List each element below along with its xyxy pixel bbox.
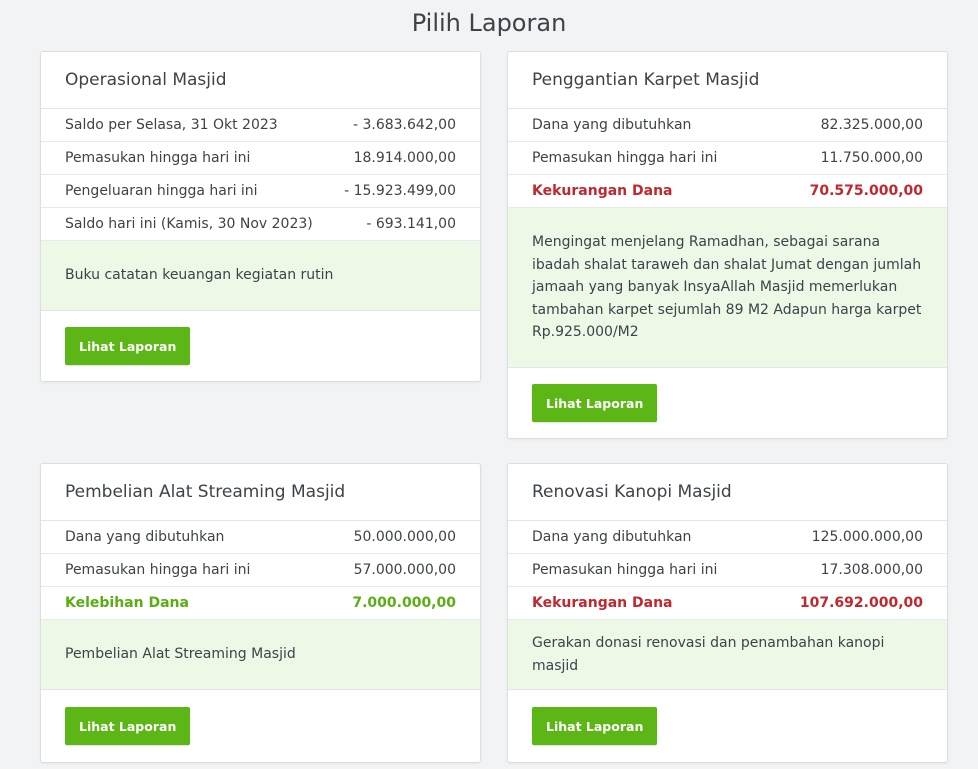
row-value: - 693.141,00 [366, 216, 456, 232]
row-value: - 15.923.499,00 [344, 183, 456, 199]
view-report-button[interactable]: Lihat Laporan [532, 707, 658, 745]
required-funds-row: Dana yang dibutuhkan 82.325.000,00 [508, 109, 947, 142]
funding-surplus-row: Kelebihan Dana 7.000.000,00 [41, 587, 480, 620]
required-funds-row: Dana yang dibutuhkan 125.000.000,00 [508, 521, 947, 554]
card-title: Renovasi Kanopi Masjid [508, 464, 947, 521]
card-description: Pembelian Alat Streaming Masjid [41, 620, 480, 690]
row-value: 125.000.000,00 [811, 529, 923, 545]
card-renovasi-kanopi: Renovasi Kanopi Masjid Dana yang dibutuh… [507, 463, 948, 763]
card-title: Penggantian Karpet Masjid [508, 52, 947, 109]
current-balance-row: Saldo hari ini (Kamis, 30 Nov 2023) - 69… [41, 208, 480, 241]
row-label: Dana yang dibutuhkan [65, 529, 225, 545]
row-label: Kelebihan Dana [65, 595, 189, 611]
funding-shortfall-row: Kekurangan Dana 107.692.000,00 [508, 587, 947, 620]
balance-row: Saldo per Selasa, 31 Okt 2023 - 3.683.64… [41, 109, 480, 142]
row-value: 11.750.000,00 [820, 150, 923, 166]
row-label: Pemasukan hingga hari ini [65, 150, 251, 166]
card-description: Mengingat menjelang Ramadhan, sebagai sa… [508, 208, 947, 368]
page-title: Pilih Laporan [411, 9, 567, 37]
row-label: Pengeluaran hingga hari ini [65, 183, 258, 199]
card-description: Gerakan donasi renovasi dan penambahan k… [508, 620, 947, 690]
row-label: Pemasukan hingga hari ini [532, 562, 718, 578]
funding-shortfall-row: Kekurangan Dana 70.575.000,00 [508, 175, 947, 208]
row-value: 57.000.000,00 [353, 562, 456, 578]
row-value: 82.325.000,00 [820, 117, 923, 133]
view-report-button[interactable]: Lihat Laporan [65, 327, 191, 365]
card-title: Operasional Masjid [41, 52, 480, 109]
card-footer: Lihat Laporan [41, 311, 480, 381]
row-label: Kekurangan Dana [532, 595, 673, 611]
card-alat-streaming: Pembelian Alat Streaming Masjid Dana yan… [40, 463, 481, 763]
row-value: 70.575.000,00 [809, 183, 923, 199]
row-label: Dana yang dibutuhkan [532, 117, 692, 133]
row-label: Saldo per Selasa, 31 Okt 2023 [65, 117, 278, 133]
row-value: 17.308.000,00 [820, 562, 923, 578]
row-label: Pemasukan hingga hari ini [65, 562, 251, 578]
row-value: 18.914.000,00 [353, 150, 456, 166]
expense-row: Pengeluaran hingga hari ini - 15.923.499… [41, 175, 480, 208]
income-row: Pemasukan hingga hari ini 17.308.000,00 [508, 554, 947, 587]
card-penggantian-karpet: Penggantian Karpet Masjid Dana yang dibu… [507, 51, 948, 439]
row-label: Saldo hari ini (Kamis, 30 Nov 2023) [65, 216, 313, 232]
card-footer: Lihat Laporan [508, 368, 947, 438]
row-label: Pemasukan hingga hari ini [532, 150, 718, 166]
card-footer: Lihat Laporan [41, 690, 480, 762]
row-value: 50.000.000,00 [353, 529, 456, 545]
income-row: Pemasukan hingga hari ini 18.914.000,00 [41, 142, 480, 175]
description-text: Mengingat menjelang Ramadhan, sebagai sa… [532, 234, 922, 341]
view-report-button[interactable]: Lihat Laporan [532, 384, 658, 422]
row-value: 7.000.000,00 [352, 595, 456, 611]
row-value: 107.692.000,00 [799, 595, 923, 611]
income-row: Pemasukan hingga hari ini 57.000.000,00 [41, 554, 480, 587]
card-title: Pembelian Alat Streaming Masjid [41, 464, 480, 521]
card-operasional-masjid: Operasional Masjid Saldo per Selasa, 31 … [40, 51, 481, 382]
view-report-button[interactable]: Lihat Laporan [65, 707, 191, 745]
row-value: - 3.683.642,00 [352, 117, 456, 133]
required-funds-row: Dana yang dibutuhkan 50.000.000,00 [41, 521, 480, 554]
row-label: Dana yang dibutuhkan [532, 529, 692, 545]
card-description: Buku catatan keuangan kegiatan rutin [41, 241, 480, 311]
row-label: Kekurangan Dana [532, 183, 673, 199]
card-footer: Lihat Laporan [508, 690, 947, 762]
income-row: Pemasukan hingga hari ini 11.750.000,00 [508, 142, 947, 175]
